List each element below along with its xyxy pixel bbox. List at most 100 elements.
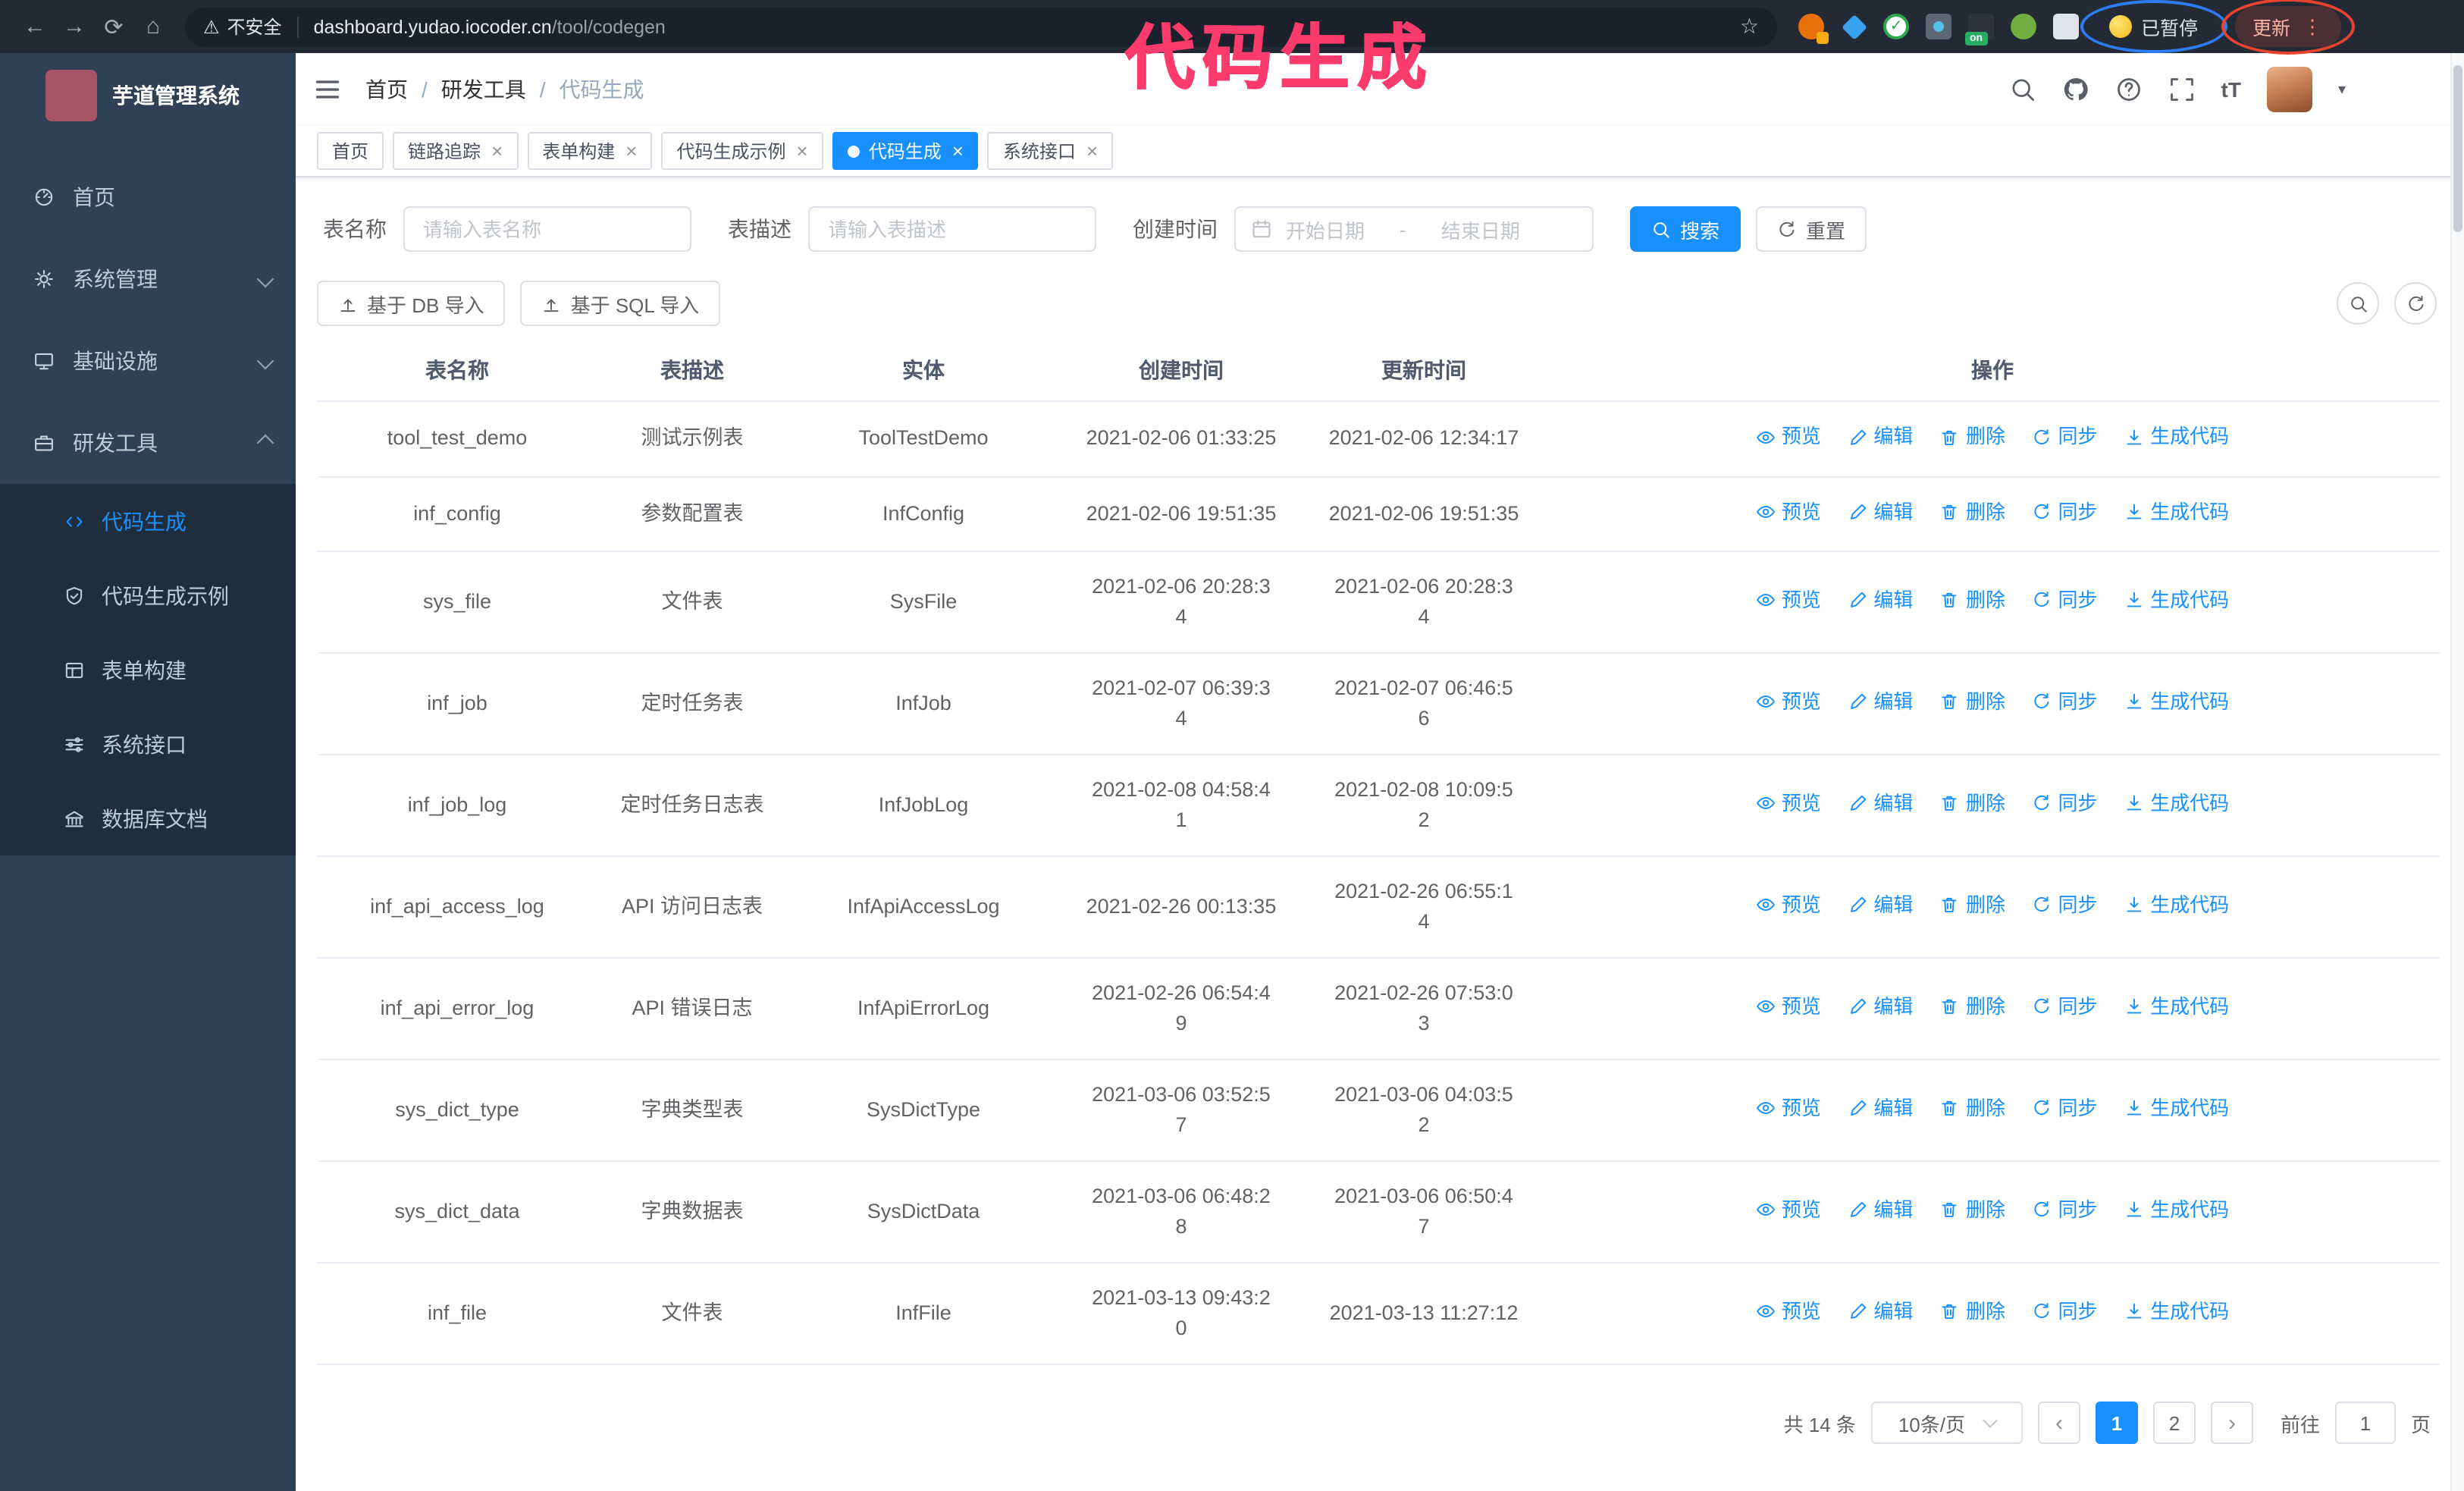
delete-link[interactable]: 删除 bbox=[1940, 687, 2005, 717]
sync-link[interactable]: 同步 bbox=[2033, 497, 2098, 527]
edit-link[interactable]: 编辑 bbox=[1848, 1195, 1913, 1226]
caret-down-icon[interactable]: ▾ bbox=[2338, 81, 2346, 98]
import-sql-button[interactable]: 基于 SQL 导入 bbox=[520, 281, 721, 326]
delete-link[interactable]: 删除 bbox=[1940, 1297, 2005, 1327]
preview-link[interactable]: 预览 bbox=[1756, 890, 1821, 921]
window-scrollbar[interactable] bbox=[2450, 53, 2464, 1491]
edit-link[interactable]: 编辑 bbox=[1848, 585, 1913, 616]
sync-link[interactable]: 同步 bbox=[2033, 789, 2098, 819]
preview-link[interactable]: 预览 bbox=[1756, 687, 1821, 717]
extensions-puzzle-icon[interactable] bbox=[2053, 14, 2079, 39]
edit-link[interactable]: 编辑 bbox=[1848, 497, 1913, 527]
edit-link[interactable]: 编辑 bbox=[1848, 1094, 1913, 1124]
preview-link[interactable]: 预览 bbox=[1756, 1094, 1821, 1124]
generate-code-link[interactable]: 生成代码 bbox=[2124, 497, 2229, 527]
generate-code-link[interactable]: 生成代码 bbox=[2124, 422, 2229, 452]
sync-link[interactable]: 同步 bbox=[2033, 992, 2098, 1022]
browser-forward-button[interactable]: → bbox=[55, 7, 94, 46]
date-range-picker[interactable]: 开始日期 - 结束日期 bbox=[1234, 206, 1594, 252]
generate-code-link[interactable]: 生成代码 bbox=[2124, 789, 2229, 819]
fullscreen-icon[interactable] bbox=[2168, 76, 2196, 103]
sync-link[interactable]: 同步 bbox=[2033, 585, 2098, 616]
preview-link[interactable]: 预览 bbox=[1756, 1195, 1821, 1226]
extension-icon-on[interactable]: on bbox=[1965, 14, 1994, 46]
delete-link[interactable]: 删除 bbox=[1940, 585, 2005, 616]
generate-code-link[interactable]: 生成代码 bbox=[2124, 687, 2229, 717]
sidebar-item-devtools[interactable]: 研发工具 bbox=[0, 402, 296, 484]
table-name-input[interactable] bbox=[403, 206, 691, 252]
close-icon[interactable]: × bbox=[625, 141, 637, 161]
sync-link[interactable]: 同步 bbox=[2033, 422, 2098, 452]
address-bar[interactable]: ⚠ 不安全 dashboard.yudao.iocoder.cn/tool/cod… bbox=[185, 7, 1777, 46]
toggle-search-button[interactable] bbox=[2337, 282, 2379, 325]
preview-link[interactable]: 预览 bbox=[1756, 789, 1821, 819]
close-icon[interactable]: × bbox=[797, 141, 808, 161]
extension-icon-grid[interactable] bbox=[1926, 14, 1951, 39]
delete-link[interactable]: 删除 bbox=[1940, 789, 2005, 819]
edit-link[interactable]: 编辑 bbox=[1848, 992, 1913, 1022]
sidebar-item-codegen[interactable]: 代码生成 bbox=[0, 484, 296, 558]
sync-link[interactable]: 同步 bbox=[2033, 687, 2098, 717]
page-button-2[interactable]: 2 bbox=[2152, 1402, 2196, 1444]
sidebar-item-infra[interactable]: 基础设施 bbox=[0, 320, 296, 402]
search-button[interactable]: 搜索 bbox=[1630, 206, 1741, 252]
edit-link[interactable]: 编辑 bbox=[1848, 1297, 1913, 1327]
close-icon[interactable]: × bbox=[491, 141, 503, 161]
preview-link[interactable]: 预览 bbox=[1756, 1297, 1821, 1327]
sync-link[interactable]: 同步 bbox=[2033, 1195, 2098, 1226]
sidebar-item-system-api[interactable]: 系统接口 bbox=[0, 707, 296, 781]
table-desc-input[interactable] bbox=[808, 206, 1096, 252]
prev-page-button[interactable]: ‹ bbox=[2037, 1402, 2080, 1444]
import-db-button[interactable]: 基于 DB 导入 bbox=[317, 281, 506, 326]
breadcrumb-devtools[interactable]: 研发工具 bbox=[441, 74, 526, 105]
delete-link[interactable]: 删除 bbox=[1940, 890, 2005, 921]
sidebar-item-system[interactable]: 系统管理 bbox=[0, 238, 296, 320]
edit-link[interactable]: 编辑 bbox=[1848, 687, 1913, 717]
sync-link[interactable]: 同步 bbox=[2033, 1297, 2098, 1327]
sync-link[interactable]: 同步 bbox=[2033, 890, 2098, 921]
edit-link[interactable]: 编辑 bbox=[1848, 422, 1913, 452]
sidebar-item-codegen-demo[interactable]: 代码生成示例 bbox=[0, 558, 296, 632]
extension-icon-user[interactable] bbox=[2011, 14, 2036, 39]
preview-link[interactable]: 预览 bbox=[1756, 497, 1821, 527]
browser-back-button[interactable]: ← bbox=[15, 7, 55, 46]
edit-link[interactable]: 编辑 bbox=[1848, 890, 1913, 921]
help-icon[interactable] bbox=[2115, 76, 2143, 103]
sidebar-item-db-doc[interactable]: 数据库文档 bbox=[0, 781, 296, 855]
font-size-icon[interactable]: tT bbox=[2221, 77, 2241, 102]
browser-update-button[interactable]: 更新 ⋮ bbox=[2221, 0, 2355, 55]
tab-codegen[interactable]: 代码生成 × bbox=[832, 132, 979, 170]
delete-link[interactable]: 删除 bbox=[1940, 497, 2005, 527]
sidebar-item-form-builder[interactable]: 表单构建 bbox=[0, 632, 296, 707]
preview-link[interactable]: 预览 bbox=[1756, 585, 1821, 616]
sidebar-item-home[interactable]: 首页 bbox=[0, 156, 296, 238]
avatar[interactable] bbox=[2266, 67, 2312, 112]
generate-code-link[interactable]: 生成代码 bbox=[2124, 585, 2229, 616]
next-page-button[interactable]: › bbox=[2210, 1402, 2253, 1444]
browser-home-button[interactable]: ⌂ bbox=[133, 7, 173, 46]
generate-code-link[interactable]: 生成代码 bbox=[2124, 1195, 2229, 1226]
edit-link[interactable]: 编辑 bbox=[1848, 789, 1913, 819]
generate-code-link[interactable]: 生成代码 bbox=[2124, 992, 2229, 1022]
preview-link[interactable]: 预览 bbox=[1756, 992, 1821, 1022]
page-size-select[interactable]: 10条/页 bbox=[1870, 1402, 2023, 1444]
goto-page-input[interactable] bbox=[2334, 1402, 2396, 1444]
reset-button[interactable]: 重置 bbox=[1756, 206, 1867, 252]
browser-reload-button[interactable]: ⟳ bbox=[94, 7, 133, 46]
delete-link[interactable]: 删除 bbox=[1940, 1094, 2005, 1124]
refresh-table-button[interactable] bbox=[2394, 282, 2437, 325]
delete-link[interactable]: 删除 bbox=[1940, 992, 2005, 1022]
github-icon[interactable] bbox=[2062, 76, 2089, 103]
tab-system-api[interactable]: 系统接口 × bbox=[987, 132, 1114, 170]
tab-home[interactable]: 首页 bbox=[317, 132, 384, 170]
scrollbar-thumb[interactable] bbox=[2453, 65, 2462, 232]
tab-form-builder[interactable]: 表单构建 × bbox=[527, 132, 653, 170]
sync-link[interactable]: 同步 bbox=[2033, 1094, 2098, 1124]
app-logo-row[interactable]: 芋道管理系统 bbox=[0, 53, 296, 138]
preview-link[interactable]: 预览 bbox=[1756, 422, 1821, 452]
page-button-1[interactable]: 1 bbox=[2095, 1402, 2138, 1444]
delete-link[interactable]: 删除 bbox=[1940, 1195, 2005, 1226]
browser-menu-icon[interactable]: ⋮ bbox=[2303, 14, 2322, 39]
extension-icon-orange[interactable] bbox=[1798, 14, 1829, 44]
security-warning[interactable]: ⚠ 不安全 bbox=[203, 14, 282, 39]
